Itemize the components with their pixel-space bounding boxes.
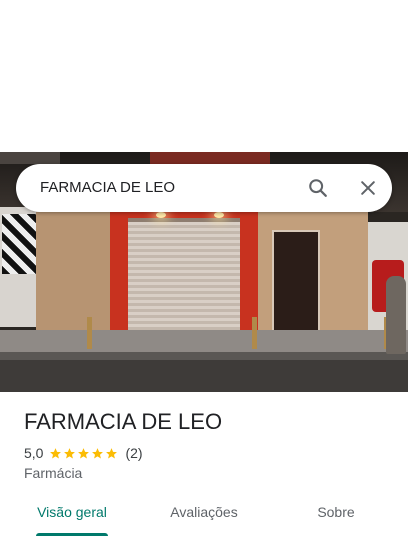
photo-doorway [272,230,320,336]
close-button[interactable] [352,172,384,204]
search-icon [309,179,327,197]
photo-sign-left [0,152,60,164]
tab-label: Avaliações [170,504,238,520]
photo-curb [0,352,408,360]
rating-row[interactable]: 5,0 (2) [24,445,143,461]
star-icon [78,447,90,458]
photo-person [386,276,406,354]
tab-about[interactable]: Sobre [296,504,376,540]
photo-lamp [156,212,166,218]
place-title: FARMACIA DE LEO [24,409,223,434]
search-button[interactable] [302,172,334,204]
tab-reviews[interactable]: Avaliações [156,504,252,540]
star-icon [92,447,104,458]
close-icon [361,181,375,195]
photo-street [0,360,408,392]
tab-label: Sobre [317,504,355,520]
place-tabs: Visão geral Avaliações Sobre [0,496,408,544]
tab-label: Visão geral [37,504,107,520]
blank-header-area [0,0,408,152]
photo-bollard [252,317,257,349]
photo-shutter [128,222,240,332]
star-rating [49,447,119,460]
star-icon [106,447,118,458]
photo-bollard [87,317,92,349]
reviews-count[interactable]: (2) [125,445,142,461]
search-input[interactable]: FARMACIA DE LEO [40,164,175,212]
photo-poster [2,214,38,274]
rating-value: 5,0 [24,445,44,461]
photo-lamp [214,212,224,218]
active-tab-indicator [36,533,108,536]
photo-wall-left [36,212,116,332]
place-category[interactable]: Farmácia [24,465,82,481]
star-icon [64,447,76,458]
star-icon [50,447,62,458]
photo-sign-top [150,152,270,164]
search-bar[interactable]: FARMACIA DE LEO [16,164,392,212]
